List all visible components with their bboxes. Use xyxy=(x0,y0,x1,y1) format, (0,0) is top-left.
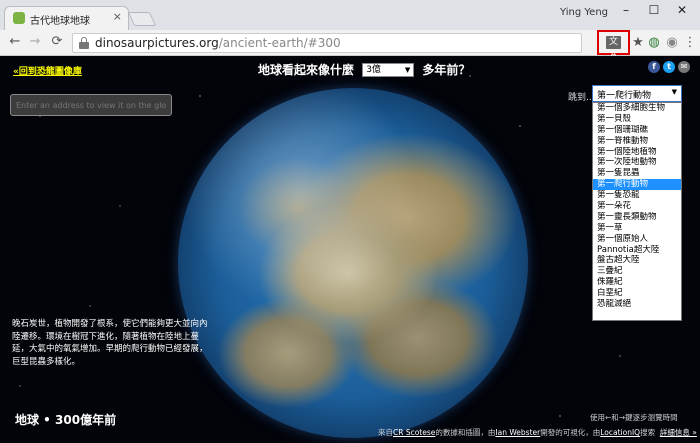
jump-dropdown-list: 第一個多細胞生物 第一貝殼 第一個珊瑚礁 第一脊椎動物 第一個陸地植物 第一次陸… xyxy=(592,102,682,321)
more-info-link[interactable]: 詳細信息 » xyxy=(660,428,697,437)
new-tab-button[interactable] xyxy=(127,12,157,26)
ancient-earth-page: «回到恐龍圖像庫 地球看起來像什麼 3億▼ 多年前？ f t ✉ 跳到... 第… xyxy=(0,56,700,443)
back-arrow-icon[interactable]: ← xyxy=(6,34,24,49)
dropdown-option[interactable]: 恐龍滅絕 xyxy=(593,299,681,310)
dropdown-option[interactable]: 第一個珊瑚礁 xyxy=(593,125,681,136)
translate-icon: 文A xyxy=(606,36,621,60)
jump-to-select[interactable]: 第一爬行動物 ▼ xyxy=(592,85,682,102)
dropdown-option[interactable]: 第一隻恐龍 xyxy=(593,190,681,201)
browser-toolbar: ← → ⟳ dinosaurpictures.org/ancient-earth… xyxy=(0,30,700,56)
dropdown-option-selected[interactable]: 第一爬行動物 xyxy=(593,179,681,191)
dropdown-option[interactable]: 第一朵花 xyxy=(593,201,681,212)
period-description: 晚石炭世，植物開發了根系，使它們能夠更大並向內陸遷移。環境在樹冠下進化，隨著植物… xyxy=(12,319,208,367)
email-icon[interactable]: ✉ xyxy=(678,61,690,73)
back-to-gallery-link[interactable]: «回到恐龍圖像庫 xyxy=(13,64,82,77)
dropdown-option[interactable]: 第一個陸地植物 xyxy=(593,147,681,158)
dinosaur-favicon-icon xyxy=(13,12,25,24)
dropdown-option[interactable]: 第一隻昆蟲 xyxy=(593,168,681,179)
maximize-icon[interactable]: ☐ xyxy=(640,3,668,17)
dropdown-option[interactable]: 第一次陸地動物 xyxy=(593,157,681,168)
earth-globe[interactable] xyxy=(178,88,528,438)
cr-scotese-link[interactable]: CR Scotese xyxy=(393,428,435,437)
dropdown-option[interactable]: 盤古超大陸 xyxy=(593,255,681,266)
dropdown-option[interactable]: Pannotia超大陸 xyxy=(593,245,681,256)
locationiq-link[interactable]: LocationIQ xyxy=(600,428,640,437)
account-icon[interactable]: ◉ xyxy=(664,36,680,50)
tab-close-icon[interactable]: × xyxy=(113,10,122,23)
dropdown-option[interactable]: 第一個原始人 xyxy=(593,234,681,245)
twitter-icon[interactable]: t xyxy=(663,61,675,73)
address-bar[interactable]: dinosaurpictures.org/ancient-earth/#300 xyxy=(72,33,582,53)
browser-tab[interactable]: 古代地球地球 × xyxy=(4,6,129,30)
minimize-icon[interactable]: – xyxy=(612,3,640,17)
dropdown-option[interactable]: 第一個多細胞生物 xyxy=(593,103,681,114)
translate-button[interactable]: 文A xyxy=(597,30,630,60)
dropdown-option[interactable]: 侏羅紀 xyxy=(593,277,681,288)
extension-icon[interactable]: ◍ xyxy=(646,36,662,50)
dropdown-option[interactable]: 第一草 xyxy=(593,223,681,234)
reload-icon[interactable]: ⟳ xyxy=(48,34,66,49)
page-title: 地球看起來像什麼 3億 ▼ 多年前？ xyxy=(258,62,471,77)
facebook-icon[interactable]: f xyxy=(648,61,660,73)
browser-titlebar: 古代地球地球 × Ying Yeng – ☐ ✕ xyxy=(0,0,700,30)
dropdown-option[interactable]: 第一脊椎動物 xyxy=(593,136,681,147)
dropdown-option[interactable]: 白堊紀 xyxy=(593,288,681,299)
star-icon[interactable]: ★ xyxy=(630,36,646,50)
dropdown-option[interactable]: 第一貝殼 xyxy=(593,114,681,125)
jump-label: 跳到... xyxy=(568,93,595,103)
credits-line: 來自CR Scotese的數據和插圖，由Ian Webster開發的可視化，由L… xyxy=(378,428,697,437)
dropdown-option[interactable]: 三疊紀 xyxy=(593,266,681,277)
close-window-icon[interactable]: ✕ xyxy=(668,3,696,17)
menu-icon[interactable]: ⋮ xyxy=(682,36,698,50)
year-select[interactable]: 3億 ▼ xyxy=(362,62,415,77)
profile-name[interactable]: Ying Yeng xyxy=(560,7,608,18)
dropdown-option[interactable]: 第一靈長類動物 xyxy=(593,212,681,223)
forward-arrow-icon[interactable]: → xyxy=(26,34,44,49)
chevron-down-icon: ▼ xyxy=(671,88,677,96)
keyboard-hint: 使用←和→鍵逐步瀏覽時間 xyxy=(590,413,678,422)
url-text: dinosaurpictures.org/ancient-earth/#300 xyxy=(95,36,341,50)
lock-icon xyxy=(79,37,89,49)
chevron-down-icon: ▼ xyxy=(404,65,411,74)
tab-title: 古代地球地球 xyxy=(30,16,90,27)
address-search-input[interactable] xyxy=(10,94,172,116)
ian-webster-link[interactable]: Ian Webster xyxy=(495,428,540,437)
earth-age-title: 地球 • 300億年前 xyxy=(15,413,117,427)
